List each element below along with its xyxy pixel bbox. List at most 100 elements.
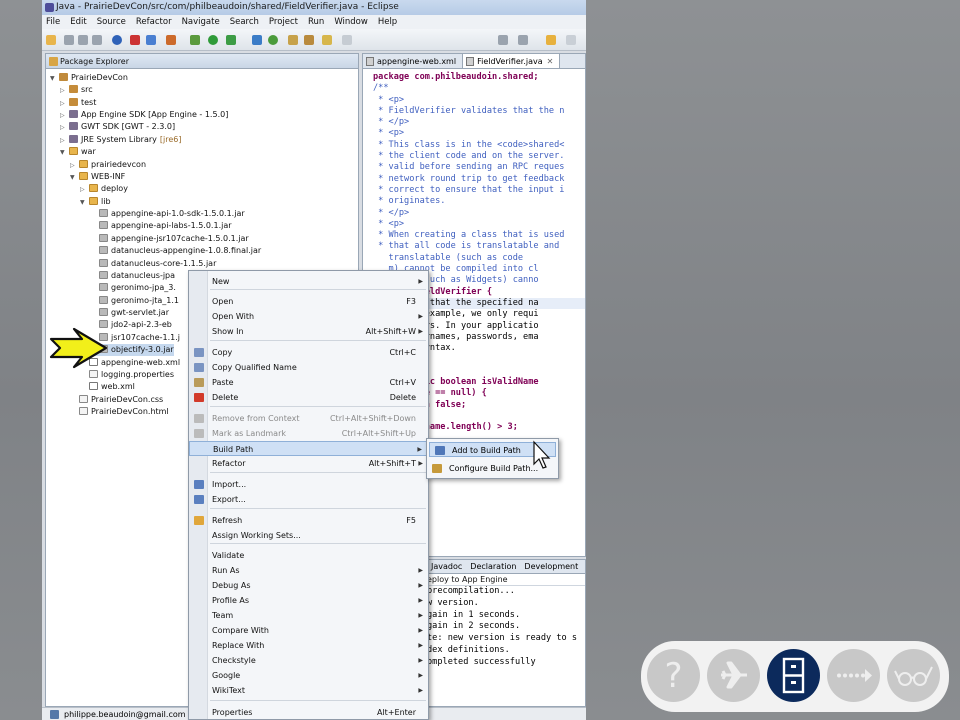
expand-arrow-icon[interactable]: ▷ xyxy=(70,160,79,172)
bottom-tab-development[interactable]: Development xyxy=(524,560,578,573)
tree-item[interactable]: ▷ GWT SDK [GWT - 2.3.0] xyxy=(60,121,175,133)
menu-item-assign-working-sets[interactable]: Assign Working Sets... xyxy=(189,528,428,543)
menu-item-validate[interactable]: Validate xyxy=(189,548,428,563)
menu-search[interactable]: Search xyxy=(230,15,259,29)
tree-item[interactable]: ▷ deploy xyxy=(80,183,128,195)
menu-window[interactable]: Window xyxy=(334,15,368,29)
close-icon[interactable]: ✕ xyxy=(547,57,554,66)
menu-run[interactable]: Run xyxy=(308,15,324,29)
editor-tab[interactable]: FieldVerifier.java ✕ xyxy=(463,54,561,68)
tree-item[interactable]: ▷ App Engine SDK [App Engine - 1.5.0] xyxy=(60,109,228,121)
file-cabinet-button[interactable] xyxy=(767,649,820,702)
previous-annotation-icon[interactable] xyxy=(518,35,528,45)
new-java-class-icon[interactable] xyxy=(268,35,278,45)
menu-item-paste[interactable]: Paste Ctrl+V xyxy=(189,375,428,390)
menu-navigate[interactable]: Navigate xyxy=(182,15,220,29)
expand-arrow-icon[interactable]: ▼ xyxy=(70,172,79,184)
next-button[interactable] xyxy=(827,649,880,702)
tree-item[interactable]: ▼ PrairieDevCon xyxy=(50,72,128,84)
expand-arrow-icon[interactable]: ▷ xyxy=(60,110,69,122)
tree-item[interactable]: geronimo-jta_1.1 xyxy=(90,295,179,307)
tree-item[interactable]: appengine-jsr107cache-1.5.0.1.jar xyxy=(90,233,249,245)
tree-item[interactable]: ▷ src xyxy=(60,84,93,96)
menu-item-wikitext[interactable]: WikiText ▶ xyxy=(189,683,428,698)
menu-help[interactable]: Help xyxy=(378,15,397,29)
help-button[interactable]: ? xyxy=(647,649,700,702)
tree-item[interactable]: appengine-api-labs-1.5.0.1.jar xyxy=(90,220,232,232)
tree-item[interactable]: ▼ WEB-INF xyxy=(70,171,125,183)
expand-arrow-icon[interactable]: ▼ xyxy=(60,147,69,159)
menu-item-replace-with[interactable]: Replace With ▶ xyxy=(189,638,428,653)
menu-item-open-with[interactable]: Open With ▶ xyxy=(189,309,428,324)
package-explorer-tab[interactable]: Package Explorer xyxy=(46,54,358,69)
open-type-icon[interactable] xyxy=(288,35,298,45)
new-java-package-icon[interactable] xyxy=(252,35,262,45)
expand-arrow-icon[interactable]: ▷ xyxy=(80,184,89,196)
menu-refactor[interactable]: Refactor xyxy=(136,15,172,29)
menu-item-refresh[interactable]: Refresh F5 xyxy=(189,513,428,528)
menu-item-export[interactable]: Export... xyxy=(189,492,428,507)
menu-item-team[interactable]: Team ▶ xyxy=(189,608,428,623)
expand-arrow-icon[interactable]: ▷ xyxy=(60,135,69,147)
menu-file[interactable]: File xyxy=(46,15,60,29)
expand-arrow-icon[interactable]: ▷ xyxy=(60,122,69,134)
save-all-icon[interactable] xyxy=(78,35,88,45)
save-icon[interactable] xyxy=(64,35,74,45)
menu-item-profile-as[interactable]: Profile As ▶ xyxy=(189,593,428,608)
forward-icon[interactable] xyxy=(566,35,576,45)
menu-item-delete[interactable]: Delete Delete xyxy=(189,390,428,405)
tree-item[interactable]: ▷ prairiedevcon xyxy=(70,159,146,171)
menu-item-new[interactable]: New ▶ xyxy=(189,274,428,289)
menu-item-checkstyle[interactable]: Checkstyle ▶ xyxy=(189,653,428,668)
menu-item-copy-qualified-name[interactable]: Copy Qualified Name xyxy=(189,360,428,375)
open-task-icon[interactable] xyxy=(304,35,314,45)
menu-project[interactable]: Project xyxy=(269,15,298,29)
menu-edit[interactable]: Edit xyxy=(70,15,86,29)
tree-item[interactable]: web.xml xyxy=(80,381,135,393)
expand-arrow-icon[interactable]: ▷ xyxy=(60,85,69,97)
tree-item[interactable]: gwt-servlet.jar xyxy=(90,307,169,319)
tree-item[interactable]: ▷ test xyxy=(60,97,96,109)
back-icon[interactable] xyxy=(546,35,556,45)
print-icon[interactable] xyxy=(92,35,102,45)
menu-item-properties[interactable]: Properties Alt+Enter xyxy=(189,705,428,720)
menu-item-debug-as[interactable]: Debug As ▶ xyxy=(189,578,428,593)
menu-source[interactable]: Source xyxy=(97,15,126,29)
review-button[interactable] xyxy=(887,649,940,702)
tree-item[interactable]: PrairieDevCon.html xyxy=(70,406,169,418)
menu-item-compare-with[interactable]: Compare With ▶ xyxy=(189,623,428,638)
annotation-icon[interactable] xyxy=(342,35,352,45)
google-deploy-icon[interactable] xyxy=(112,35,122,45)
expand-arrow-icon[interactable]: ▼ xyxy=(50,73,59,85)
menu-item-build-path[interactable]: Build Path ▶ xyxy=(189,441,428,456)
editor-tab[interactable]: appengine-web.xml xyxy=(363,54,464,68)
new-wizard-icon[interactable] xyxy=(46,35,56,45)
app-engine-icon[interactable] xyxy=(146,35,156,45)
menu-item-copy[interactable]: Copy Ctrl+C xyxy=(189,345,428,360)
bottom-tab-javadoc[interactable]: Javadoc xyxy=(431,560,462,573)
menu-item-google[interactable]: Google ▶ xyxy=(189,668,428,683)
search-icon[interactable] xyxy=(322,35,332,45)
travel-button[interactable] xyxy=(707,649,760,702)
menu-item-show-in[interactable]: Show In Alt+Shift+W ▶ xyxy=(189,324,428,339)
menu-item-refactor[interactable]: Refactor Alt+Shift+T ▶ xyxy=(189,456,428,471)
next-annotation-icon[interactable] xyxy=(498,35,508,45)
tree-item[interactable]: appengine-api-1.0-sdk-1.5.0.1.jar xyxy=(90,208,245,220)
expand-arrow-icon[interactable]: ▼ xyxy=(80,197,89,209)
tree-item[interactable]: logging.properties xyxy=(80,369,174,381)
run-icon[interactable] xyxy=(208,35,218,45)
menu-item-open[interactable]: Open F3 xyxy=(189,294,428,309)
tree-item[interactable]: ▼ lib xyxy=(80,196,111,208)
tree-item[interactable]: datanucleus-core-1.1.5.jar xyxy=(90,258,216,270)
external-tools-icon[interactable] xyxy=(226,35,236,45)
tree-item[interactable]: ▷ JRE System Library [jre6] xyxy=(60,134,181,146)
menu-item-import[interactable]: Import... xyxy=(189,477,428,492)
tree-item[interactable]: datanucleus-appengine-1.0.8.final.jar xyxy=(90,245,261,257)
menu-item-run-as[interactable]: Run As ▶ xyxy=(189,563,428,578)
debug-icon[interactable] xyxy=(190,35,200,45)
tree-item[interactable]: geronimo-jpa_3. xyxy=(90,282,176,294)
bottom-tab-declaration[interactable]: Declaration xyxy=(470,560,516,573)
tree-item[interactable]: PrairieDevCon.css xyxy=(70,394,163,406)
tree-item[interactable]: ▼ war xyxy=(60,146,96,158)
expand-arrow-icon[interactable]: ▷ xyxy=(60,98,69,110)
